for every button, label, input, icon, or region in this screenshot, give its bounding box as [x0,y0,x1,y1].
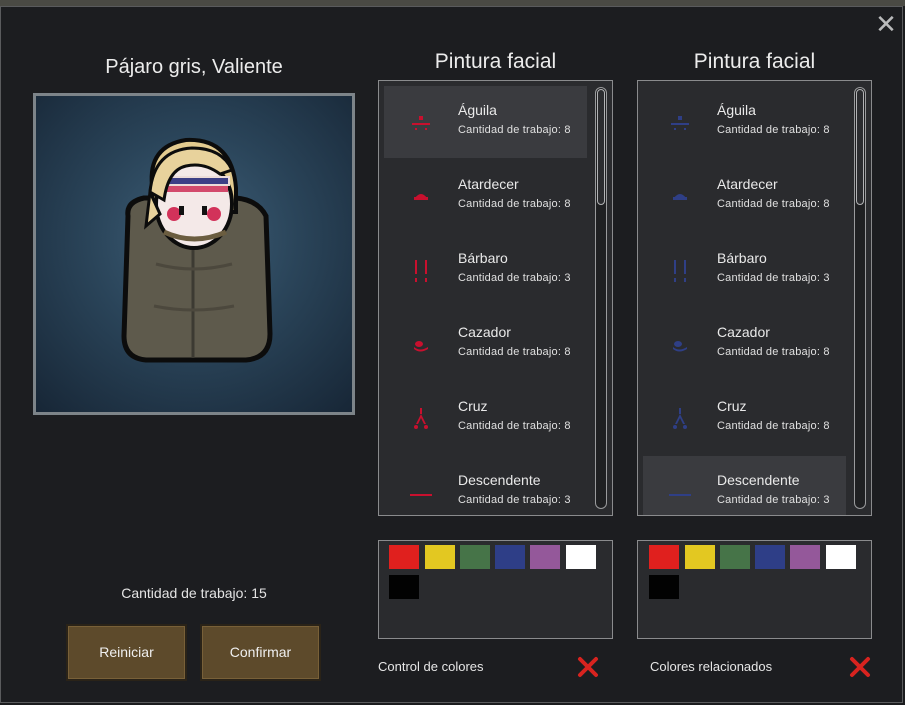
close-icon[interactable] [848,655,872,679]
color-swatch[interactable] [530,545,560,569]
descending-icon [669,494,691,496]
face-paint-title-1: Pintura facial [434,50,557,73]
reset-button[interactable]: Reiniciar [66,624,187,681]
barbarian-icon [415,260,427,282]
face-paint-title-2: Pintura facial [693,50,816,73]
descending-icon [410,494,432,496]
list-item[interactable]: Águila Cantidad de trabajo: 8 [643,86,846,158]
list-item-work: Cantidad de trabajo: 8 [458,124,571,136]
color-swatch[interactable] [425,545,455,569]
cross-icon [673,408,687,429]
color-swatch[interactable] [566,545,596,569]
color-swatch[interactable] [389,545,419,569]
list-item-name: Águila [717,102,756,118]
scrollbar[interactable] [595,87,607,509]
related-colors-label: Colores relacionados [650,659,773,674]
list-item-name: Bárbaro [717,250,767,266]
eagle-icon [412,116,430,130]
sunset-icon [414,194,428,200]
list-item[interactable]: Atardecer Cantidad de trabajo: 8 [384,160,587,232]
list-item-work: Cantidad de trabajo: 8 [458,346,571,358]
color-control-label: Control de colores [378,659,484,674]
list-item-name: Descendente [717,472,800,488]
color-palette-2 [637,540,872,639]
color-swatch[interactable] [720,545,750,569]
list-item[interactable]: Descendente Cantidad de trabajo: 3 [384,456,587,515]
face-paint-list-2: Águila Cantidad de trabajo: 8 Atardecer … [637,80,872,516]
list-item-name: Atardecer [458,176,519,192]
face-paint-list-1: Águila Cantidad de trabajo: 8 Atardecer … [378,80,613,516]
list-item[interactable]: Cazador Cantidad de trabajo: 8 [384,308,587,380]
list-item-work: Cantidad de trabajo: 8 [458,198,571,210]
confirm-button[interactable]: Confirmar [200,624,321,681]
eagle-icon [671,116,689,130]
list-item-work: Cantidad de trabajo: 3 [458,494,571,506]
list-item-work: Cantidad de trabajo: 8 [458,420,571,432]
face-paint-dialog: ✕ Pájaro gris, Valiente Cantidad de trab… [0,6,903,703]
hunter-icon [673,341,687,352]
sunset-icon [673,194,687,200]
color-palette-1 [378,540,613,639]
color-swatch[interactable] [389,575,419,599]
color-swatch[interactable] [826,545,856,569]
list-item-work: Cantidad de trabajo: 3 [717,272,830,284]
list-item-name: Atardecer [717,176,778,192]
list-item-name: Cazador [458,324,511,340]
pawn-title: Pájaro gris, Valiente [105,56,283,78]
list-item-name: Cazador [717,324,770,340]
close-icon[interactable] [576,655,600,679]
list-item-name: Cruz [458,398,488,414]
list-item[interactable]: Atardecer Cantidad de trabajo: 8 [643,160,846,232]
list-item-name: Bárbaro [458,250,508,266]
total-work-amount: Cantidad de trabajo: 15 [121,585,267,601]
cross-icon [414,408,428,429]
list-item-work: Cantidad de trabajo: 3 [717,494,830,506]
list-item-work: Cantidad de trabajo: 8 [717,420,830,432]
list-item-work: Cantidad de trabajo: 8 [717,124,830,136]
pawn-portrait [33,93,355,415]
list-item[interactable]: Águila Cantidad de trabajo: 8 [384,86,587,158]
list-item-name: Descendente [458,472,541,488]
list-item[interactable]: Cruz Cantidad de trabajo: 8 [384,382,587,454]
scrollbar[interactable] [854,87,866,509]
scrollbar-thumb[interactable] [597,89,605,205]
hunter-icon [414,341,428,352]
color-swatch[interactable] [755,545,785,569]
list-item-work: Cantidad de trabajo: 8 [717,198,830,210]
pawn-avatar [121,137,273,363]
color-swatch[interactable] [460,545,490,569]
list-item[interactable]: Descendente Cantidad de trabajo: 3 [643,456,846,515]
color-swatch[interactable] [649,575,679,599]
list-item[interactable]: Bárbaro Cantidad de trabajo: 3 [643,234,846,306]
list-item[interactable]: Bárbaro Cantidad de trabajo: 3 [384,234,587,306]
scrollbar-thumb[interactable] [856,89,864,205]
barbarian-icon [674,260,686,282]
list-item-work: Cantidad de trabajo: 8 [717,346,830,358]
color-swatch[interactable] [495,545,525,569]
color-swatch[interactable] [649,545,679,569]
list-item-name: Cruz [717,398,747,414]
list-item-name: Águila [458,102,497,118]
list-item-work: Cantidad de trabajo: 3 [458,272,571,284]
color-swatch[interactable] [790,545,820,569]
close-icon[interactable]: ✕ [874,11,898,37]
list-item[interactable]: Cruz Cantidad de trabajo: 8 [643,382,846,454]
list-item[interactable]: Cazador Cantidad de trabajo: 8 [643,308,846,380]
color-swatch[interactable] [685,545,715,569]
